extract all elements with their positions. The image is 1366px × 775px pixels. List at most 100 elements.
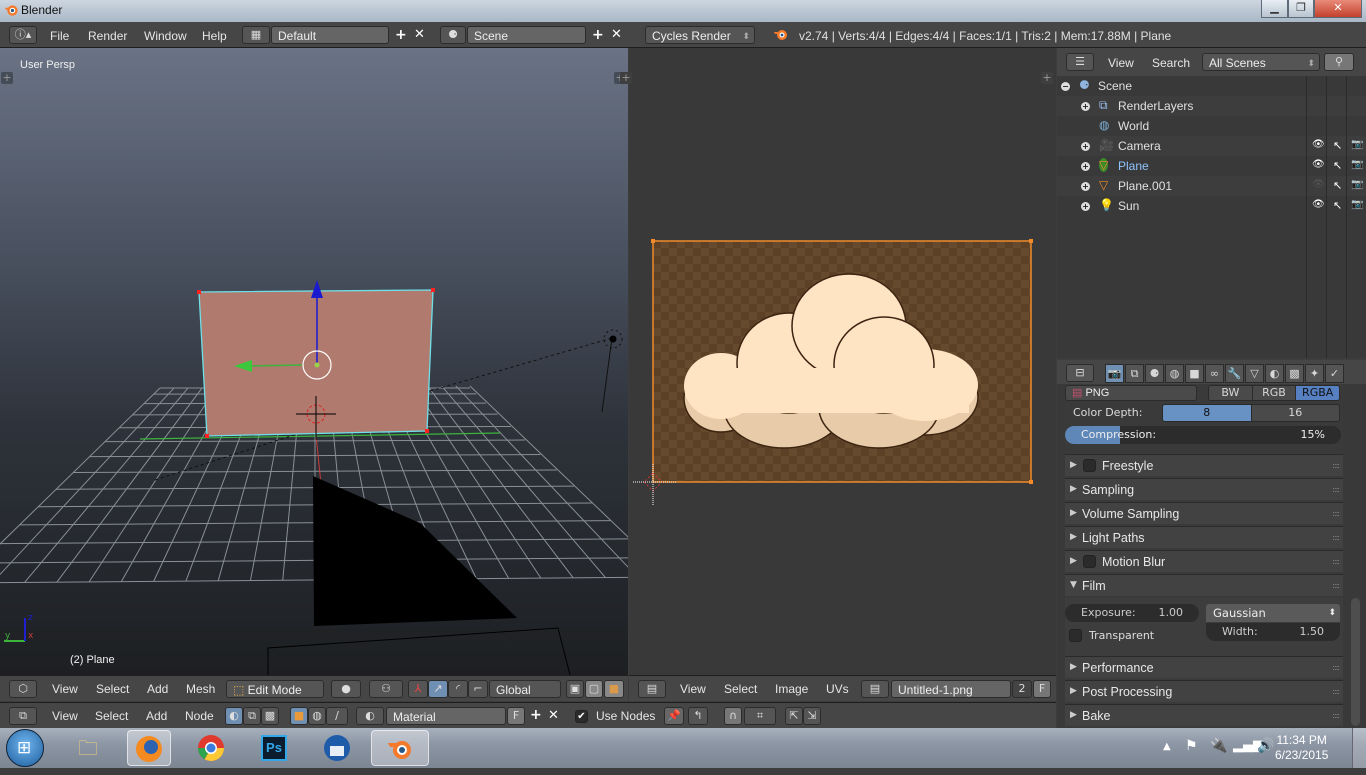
panel-volume-sampling[interactable]: ▶Volume Sampling:::: <box>1065 502 1343 524</box>
parent-node-tree-button[interactable]: ↰ <box>688 707 708 725</box>
add-screen-button[interactable]: + <box>395 27 407 43</box>
editor-type-3d-button[interactable]: ⬡ <box>9 680 37 698</box>
material-fake-user-button[interactable]: F <box>507 707 525 725</box>
panel-post-processing[interactable]: ▶Post Processing:::: <box>1065 680 1343 702</box>
compression-slider[interactable]: Compression: 15% <box>1065 426 1341 444</box>
outliner-item-name[interactable]: World <box>1118 119 1149 133</box>
panel-enable-checkbox[interactable] <box>1083 459 1096 472</box>
render-engine-dropdown[interactable]: Cycles Render⬍ <box>645 26 755 44</box>
taskbar-thunderbird[interactable] <box>315 730 359 766</box>
menu-window[interactable]: Window <box>144 29 187 43</box>
texture-nodes-button[interactable]: ▩ <box>261 707 279 725</box>
scene-field[interactable]: Scene <box>467 26 586 44</box>
power-icon[interactable]: 🔌 <box>1210 738 1227 754</box>
outliner[interactable]: ☰ View Search All Scenes⬍ ⚲ −⚈Scene+⧉Ren… <box>1057 48 1366 358</box>
image-name-field[interactable]: Untitled-1.png <box>891 680 1011 698</box>
drag-grip-icon[interactable]: :::: <box>1332 711 1339 720</box>
toolshelf-toggle-button[interactable]: + <box>1 72 13 84</box>
restore-button[interactable]: ❐ <box>1288 0 1314 18</box>
paste-nodes-button[interactable]: ⇲ <box>803 707 821 725</box>
editor-type-image-button[interactable]: ▤ <box>638 680 666 698</box>
material-name-field[interactable]: Material <box>386 707 506 725</box>
outliner-item[interactable]: +💡Sun👁↖📷 <box>1057 196 1366 216</box>
outliner-item[interactable]: −⚈Scene <box>1057 76 1366 96</box>
properties-tab-physics[interactable]: ✓ <box>1325 364 1344 383</box>
properties-tab-render-layers[interactable]: ⧉ <box>1125 364 1144 383</box>
copy-nodes-button[interactable]: ⇱ <box>785 707 803 725</box>
editor-type-node-button[interactable]: ⧉ <box>9 707 37 725</box>
properties-scrollbar[interactable] <box>1351 598 1360 726</box>
properties-tab-texture[interactable]: ▩ <box>1285 364 1304 383</box>
selectable-cursor-icon[interactable]: ↖ <box>1333 159 1342 172</box>
properties-tab-material[interactable]: ◐ <box>1265 364 1284 383</box>
visibility-eye-icon[interactable]: 👁 <box>1312 159 1325 170</box>
editor-type-info-button[interactable]: ⓘ▴ <box>9 26 37 44</box>
material-browse-button[interactable]: ◐ <box>356 707 384 725</box>
visibility-eye-icon[interactable]: 👁 <box>1312 179 1325 190</box>
close-button[interactable]: ✕ <box>1314 0 1362 18</box>
minimize-button[interactable]: ▁ <box>1261 0 1288 18</box>
renderable-camera-icon[interactable]: 📷 <box>1351 139 1363 150</box>
taskbar-blender[interactable] <box>371 730 429 766</box>
scale-manipulator-button[interactable]: ⌐ <box>468 680 488 698</box>
outliner-item[interactable]: +⧉RenderLayers <box>1057 96 1366 116</box>
outliner-menu-search[interactable]: Search <box>1152 56 1190 70</box>
color-depth-16[interactable]: 16 <box>1251 405 1340 421</box>
color-mode-rgb[interactable]: RGB <box>1252 386 1296 400</box>
file-format-dropdown[interactable]: ▤ PNG <box>1065 385 1197 401</box>
collapse-icon[interactable]: − <box>1061 82 1070 91</box>
show-hidden-icons-button[interactable]: ▲ <box>1163 741 1171 752</box>
selectable-cursor-icon[interactable]: ↖ <box>1333 199 1342 212</box>
menu-add[interactable]: Add <box>147 682 168 696</box>
panel-motion-blur[interactable]: ▶Motion Blur:::: <box>1065 550 1343 572</box>
use-nodes-checkbox[interactable]: ✔ <box>575 710 588 723</box>
drag-grip-icon[interactable]: :::: <box>1332 461 1339 470</box>
panel-freestyle[interactable]: ▶Freestyle:::: <box>1065 454 1343 476</box>
node-menu-node[interactable]: Node <box>185 709 214 723</box>
image-menu-image[interactable]: Image <box>775 682 808 696</box>
image-users-count[interactable]: 2 <box>1012 680 1032 698</box>
properties-tab-world[interactable]: ◍ <box>1165 364 1184 383</box>
menu-mesh[interactable]: Mesh <box>186 682 215 696</box>
outliner-item-name[interactable]: Sun <box>1118 199 1139 213</box>
image-fake-user-button[interactable]: F <box>1033 680 1051 698</box>
taskbar-chrome[interactable] <box>189 730 233 766</box>
menu-file[interactable]: File <box>50 29 69 43</box>
drag-grip-icon[interactable]: :::: <box>1332 687 1339 696</box>
image-menu-uvs[interactable]: UVs <box>826 682 849 696</box>
transform-orientation-dropdown[interactable]: Global <box>489 680 561 698</box>
face-select-button[interactable]: ■ <box>604 680 624 698</box>
show-desktop-button[interactable] <box>1352 728 1366 768</box>
taskbar-photoshop[interactable]: Ps <box>252 730 296 766</box>
outliner-item-name[interactable]: Scene <box>1098 79 1132 93</box>
renderable-camera-icon[interactable]: 📷 <box>1351 159 1363 170</box>
search-button[interactable]: ⚲ <box>1324 53 1354 71</box>
add-scene-button[interactable]: + <box>592 27 604 43</box>
menu-select[interactable]: Select <box>96 682 129 696</box>
snap-element-dropdown[interactable]: ⌗ <box>744 707 776 725</box>
properties-tab-object[interactable]: ■ <box>1185 364 1204 383</box>
filter-width-field[interactable]: Width:1.50 <box>1206 623 1340 641</box>
drag-grip-icon[interactable]: :::: <box>1332 533 1339 542</box>
outliner-item-name[interactable]: Plane.001 <box>1118 179 1172 193</box>
world-shader-button[interactable]: ◍ <box>308 707 326 725</box>
image-editor[interactable]: + + <box>629 48 1056 675</box>
shader-nodes-button[interactable]: ◐ <box>225 707 243 725</box>
selectable-cursor-icon[interactable]: ↖ <box>1333 179 1342 192</box>
renderable-camera-icon[interactable]: 📷 <box>1351 179 1363 190</box>
node-menu-select[interactable]: Select <box>95 709 128 723</box>
image-menu-view[interactable]: View <box>680 682 706 696</box>
linestyle-shader-button[interactable]: ∕ <box>326 707 348 725</box>
image-menu-select[interactable]: Select <box>724 682 757 696</box>
properties-tab-render[interactable]: 📷 <box>1105 364 1124 383</box>
expand-icon[interactable]: + <box>1081 202 1090 211</box>
menu-help[interactable]: Help <box>202 29 227 43</box>
drag-grip-icon[interactable]: :::: <box>1332 663 1339 672</box>
drag-grip-icon[interactable]: :::: <box>1332 509 1339 518</box>
screen-layout-field[interactable]: Default <box>271 26 389 44</box>
editor-type-properties-button[interactable]: ⊟ <box>1066 364 1094 382</box>
exposure-field[interactable]: Exposure:1.00 <box>1065 604 1199 622</box>
outliner-item[interactable]: +▽Plane👁↖📷 <box>1057 156 1366 176</box>
outliner-item[interactable]: +▽Plane.001👁↖📷 <box>1057 176 1366 196</box>
color-mode-bw[interactable]: BW <box>1209 386 1252 400</box>
